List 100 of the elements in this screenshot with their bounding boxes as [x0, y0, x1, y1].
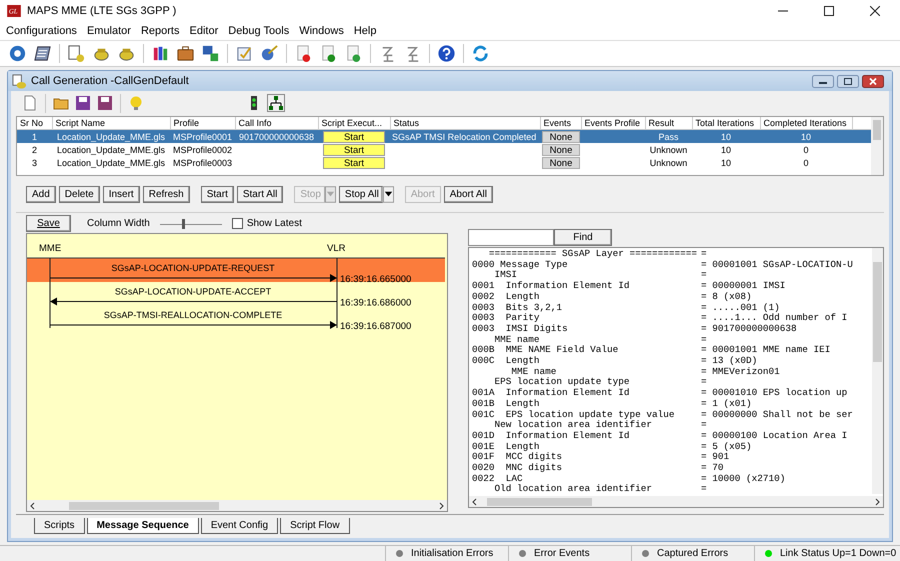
- find-button[interactable]: Find: [554, 229, 612, 246]
- network-icon[interactable]: [268, 95, 284, 111]
- menu-item[interactable]: Windows: [299, 24, 344, 36]
- list-icon[interactable]: [33, 44, 52, 63]
- maximize-icon[interactable]: [837, 74, 859, 88]
- field-value: =: [701, 377, 707, 388]
- field-name: 000B MME NAME Field Value: [472, 345, 620, 356]
- table-cell: 2: [32, 144, 37, 154]
- field-name: 0001 Information Element Id: [472, 281, 631, 292]
- scrollbar[interactable]: [469, 496, 883, 507]
- message-label[interactable]: SGsAP-LOCATION-UPDATE-ACCEPT: [114, 286, 272, 296]
- start-button[interactable]: Start: [323, 130, 385, 142]
- lifeline: [336, 258, 338, 328]
- edit-icon[interactable]: [67, 44, 86, 63]
- message-label[interactable]: SGsAP-TMSI-REALLOCATION-COMPLETE: [104, 310, 282, 320]
- field-value: = 70: [701, 463, 724, 474]
- tab[interactable]: Message Sequence: [86, 518, 199, 534]
- events-button[interactable]: None: [542, 130, 580, 142]
- show-latest-checkbox[interactable]: Show Latest: [232, 218, 302, 229]
- table-cell: Pass: [658, 132, 678, 142]
- timestamp: 16:39:16.686000: [340, 298, 412, 308]
- menu-item[interactable]: Emulator: [86, 24, 131, 36]
- field-name: 0003 Bits 3,2,1: [472, 302, 564, 313]
- field-value: = 13 (x0D): [701, 356, 758, 367]
- save-icon[interactable]: [75, 95, 91, 111]
- status-label: Captured Errors: [657, 548, 728, 559]
- tab[interactable]: Event Config: [200, 518, 278, 534]
- child-window-title: Call Generation -CallGenDefault: [31, 75, 189, 87]
- table-cell: MSProfile0003: [172, 158, 232, 168]
- window-title: MAPS MME (LTE SGs 3GPP ): [27, 4, 176, 16]
- action-button[interactable]: Refresh: [142, 186, 190, 202]
- menu-item[interactable]: Reports: [140, 24, 180, 36]
- field-name: IMSI: [494, 270, 518, 281]
- light-bulb-icon[interactable]: [128, 95, 144, 111]
- message-arrow[interactable]: [50, 274, 337, 282]
- table-cell: 901700000000638: [238, 132, 314, 142]
- column-width-slider[interactable]: [160, 218, 222, 230]
- field-value: = 901700000000638: [701, 324, 797, 335]
- action-button[interactable]: Stop All: [338, 186, 383, 202]
- table-cell: 10: [720, 158, 731, 168]
- entity-label: VLR: [327, 243, 346, 254]
- field-value: = .....001 (1): [701, 302, 780, 313]
- selected-table-row[interactable]: 1 Location_Update_MME.gls MSProfile0001 901700000000638 Start SGsAP TMSI Relocation Completed None Pass 10 10: [17, 130, 872, 143]
- action-button[interactable]: Start: [200, 186, 234, 202]
- field-value: = MMEVerizon01: [701, 366, 780, 378]
- field-value: = 00001001 MME name IEI: [701, 345, 830, 356]
- new-file-icon[interactable]: [22, 95, 38, 111]
- close-icon[interactable]: [870, 6, 880, 16]
- field-value: =: [701, 270, 707, 282]
- table-cell: SGsAP TMSI Relocation Completed: [392, 132, 536, 142]
- tab[interactable]: Script Flow: [280, 518, 350, 534]
- timestamp: 16:39:16.687000: [340, 321, 412, 332]
- table-cell: 10: [720, 132, 731, 142]
- menu-item[interactable]: Help: [354, 24, 376, 36]
- save-as-icon[interactable]: [97, 95, 113, 111]
- field-value: =: [701, 484, 707, 496]
- minimize-icon[interactable]: [812, 74, 834, 88]
- message-label[interactable]: SGsAP-LOCATION-UPDATE-REQUEST: [111, 263, 275, 273]
- menu-item[interactable]: Debug Tools: [228, 24, 290, 36]
- action-button[interactable]: Insert: [102, 186, 140, 202]
- table-row[interactable]: 3 Location_Update_MME.gls MSProfile0003 Start None Unknown 10 0: [17, 156, 872, 169]
- start-button[interactable]: Start: [323, 144, 385, 156]
- message-arrow[interactable]: [50, 321, 337, 329]
- menu-item[interactable]: Configurations: [6, 24, 77, 36]
- timestamp: 16:39:16.665000: [340, 274, 412, 285]
- field-name: MME name: [494, 334, 541, 346]
- save-button[interactable]: Save: [26, 215, 71, 232]
- scrollbar[interactable]: [27, 500, 447, 511]
- gear-icon[interactable]: [8, 44, 27, 63]
- action-button[interactable]: Add: [26, 186, 56, 202]
- action-button[interactable]: Abort All: [444, 186, 493, 202]
- field-name: EPS location update type: [494, 377, 631, 388]
- table-cell: 10: [720, 144, 731, 154]
- field-value: = 10000 (x2710): [701, 474, 786, 484]
- tab[interactable]: Scripts: [34, 518, 85, 534]
- find-field[interactable]: [468, 229, 554, 246]
- field-value: = 00000000 Shall not be ser: [701, 410, 853, 420]
- field-name: 001D Information Element Id: [472, 430, 631, 442]
- maximize-icon[interactable]: [824, 6, 834, 16]
- events-button[interactable]: None: [542, 144, 580, 156]
- menu-item[interactable]: Editor: [190, 24, 218, 36]
- close-icon[interactable]: [862, 74, 884, 88]
- action-button[interactable]: Delete: [58, 186, 100, 202]
- start-button[interactable]: Start: [323, 156, 385, 168]
- field-name: 001B Length: [472, 398, 541, 410]
- field-name: 0002 Length: [472, 292, 541, 303]
- scrollbar[interactable]: [872, 248, 883, 494]
- table-row[interactable]: 2 Location_Update_MME.gls MSProfile0002 Start None Unknown 10 0: [17, 143, 872, 156]
- message-arrow[interactable]: [50, 298, 338, 306]
- refresh-icon[interactable]: [471, 44, 490, 63]
- field-value: =: [701, 334, 707, 346]
- field-value: = 00001010 EPS location up: [701, 388, 848, 399]
- books-icon[interactable]: [151, 44, 170, 63]
- help-icon[interactable]: [437, 44, 456, 63]
- events-button[interactable]: None: [542, 156, 580, 168]
- table-cell: 1: [32, 132, 37, 142]
- action-button[interactable]: Start All: [236, 186, 284, 202]
- scrollbar[interactable]: [871, 117, 883, 175]
- table-cell: Location_Update_MME.gls: [56, 132, 166, 142]
- briefcase-icon[interactable]: [176, 44, 195, 63]
